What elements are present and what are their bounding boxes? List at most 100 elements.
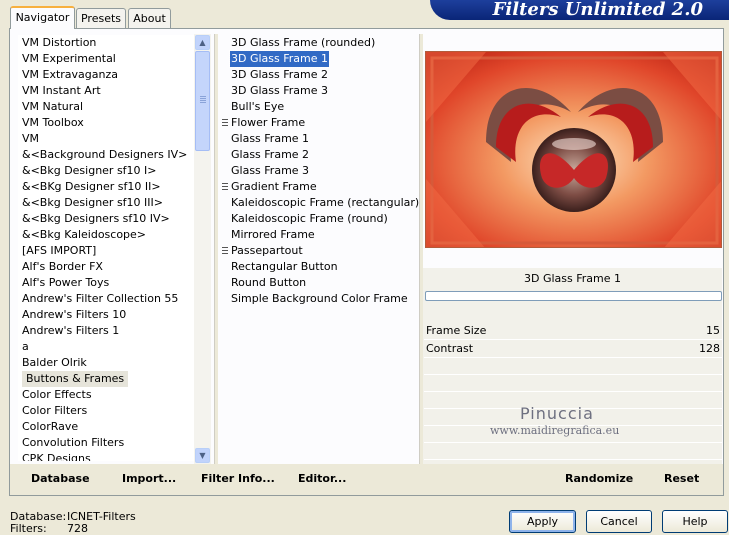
category-label: Color Effects [22,388,92,401]
filter-label: 3D Glass Frame (rounded) [231,36,376,49]
category-list[interactable]: VM Distortion VM Experimental VM Extravaga… [18,35,194,461]
category-item[interactable]: VM [18,131,194,147]
param-row-contrast[interactable]: Contrast 128 [424,340,722,358]
category-item[interactable]: VM Instant Art [18,83,194,99]
preview-image [425,51,722,248]
filter-item[interactable]: Simple Background Color Frame [222,291,418,307]
database-button[interactable]: Database [31,472,90,485]
filter-label: Mirrored Frame [231,228,315,241]
reset-button[interactable]: Reset [664,472,699,485]
param-row-frame-size[interactable]: Frame Size 15 [424,322,722,340]
filter-item[interactable]: 3D Glass Frame 2 [222,67,418,83]
category-item[interactable]: VM Toolbox [18,115,194,131]
category-item[interactable]: Buttons & Frames [18,371,194,387]
filter-item[interactable]: Glass Frame 1 [222,131,418,147]
category-item[interactable]: &<Background Designers IV> [18,147,194,163]
category-label: VM Distortion [22,36,97,49]
filter-label: Glass Frame 3 [231,164,310,177]
list-divider [214,34,218,464]
category-item[interactable]: VM Distortion [18,35,194,51]
filter-item[interactable]: 3D Glass Frame 3 [222,83,418,99]
tab-about[interactable]: About [128,8,171,28]
filter-item[interactable]: Mirrored Frame [222,227,418,243]
filter-item[interactable]: Round Button [222,275,418,291]
tab-presets[interactable]: Presets [76,8,126,28]
filter-label: Flower Frame [231,116,306,129]
category-item[interactable]: &<Bkg Kaleidoscope> [18,227,194,243]
filter-label: Simple Background Color Frame [231,292,408,305]
filters-count-value: 728 [67,522,88,535]
category-scrollbar[interactable]: ▲ ▼ [194,34,211,464]
watermark-url: www.maidiregrafica.eu [490,424,620,437]
tab-navigator[interactable]: Navigator [10,6,75,29]
filter-label: Bull's Eye [231,100,285,113]
cancel-button[interactable]: Cancel [586,510,652,533]
scroll-thumb[interactable] [195,51,210,151]
app-title-banner: Filters Unlimited 2.0 [430,0,729,20]
category-label: Alf's Power Toys [22,276,110,289]
category-label: ColorRave [22,420,79,433]
category-item[interactable]: Convolution Filters [18,435,194,451]
category-item[interactable]: Alf's Power Toys [18,275,194,291]
filter-item[interactable]: Glass Frame 3 [222,163,418,179]
param-value: 128 [699,342,720,355]
filter-item[interactable]: 3D Glass Frame 1 [222,50,418,68]
filter-item[interactable]: Bull's Eye [222,99,418,115]
filter-group-item[interactable]: Passepartout [222,243,418,259]
group-marker-icon [222,183,228,191]
preview-artwork [426,52,721,247]
import-button[interactable]: Import... [122,472,176,485]
category-item[interactable]: &<Bkg Designers sf10 IV> [18,211,194,227]
filter-list[interactable]: 3D Glass Frame (rounded) 3D Glass Frame 1… [222,35,419,461]
category-item[interactable]: Andrew's Filters 1 [18,323,194,339]
category-item[interactable]: Andrew's Filters 10 [18,307,194,323]
current-filter-name: 3D Glass Frame 1 [523,272,621,285]
filter-item[interactable]: Rectangular Button [222,259,418,275]
category-item[interactable]: &<Bkg Designer sf10 I> [18,163,194,179]
progress-bar [425,291,722,301]
apply-button[interactable]: Apply [509,510,576,533]
group-marker-icon [222,119,228,127]
category-item[interactable]: &<Bkg Designer sf10 III> [18,195,194,211]
category-item[interactable]: CPK Designs [18,451,194,461]
category-item[interactable]: VM Experimental [18,51,194,67]
filter-item[interactable]: Glass Frame 2 [222,147,418,163]
category-label: Convolution Filters [22,436,125,449]
category-item[interactable]: Alf's Border FX [18,259,194,275]
category-item[interactable]: VM Extravaganza [18,67,194,83]
filter-group-item[interactable]: Gradient Frame [222,179,418,195]
filter-label: Passepartout [231,244,303,257]
category-item[interactable]: &<BKg Designer sf10 II> [18,179,194,195]
category-item[interactable]: Color Filters [18,403,194,419]
category-label: &<Background Designers IV> [22,148,188,161]
scroll-down-arrow-icon[interactable]: ▼ [195,448,210,463]
empty-param-slot [424,358,722,375]
randomize-button[interactable]: Randomize [565,472,633,485]
filters-count-label: Filters: [10,522,47,535]
category-label: VM Toolbox [22,116,84,129]
category-item[interactable]: [AFS IMPORT] [18,243,194,259]
category-label: VM [22,132,40,145]
category-label: VM Extravaganza [22,68,119,81]
category-item[interactable]: Color Effects [18,387,194,403]
param-value: 15 [706,324,720,337]
help-button[interactable]: Help [662,510,728,533]
empty-param-slot [424,443,722,460]
category-item[interactable]: a [18,339,194,355]
category-item[interactable]: VM Natural [18,99,194,115]
filter-label: 3D Glass Frame 3 [231,84,329,97]
filter-item[interactable]: Kaleidoscopic Frame (rectangular) [222,195,419,211]
category-item[interactable]: Andrew's Filter Collection 55 [18,291,194,307]
filter-info-button[interactable]: Filter Info... [201,472,275,485]
category-label: CPK Designs [22,452,91,461]
category-item[interactable]: Balder Olrik [18,355,194,371]
filter-item[interactable]: Kaleidoscopic Frame (round) [222,211,418,227]
category-item[interactable]: ColorRave [18,419,194,435]
filter-item[interactable]: 3D Glass Frame (rounded) [222,35,418,51]
category-label: Andrew's Filters 1 [22,324,120,337]
filter-group-item[interactable]: Flower Frame [222,115,418,131]
editor-button[interactable]: Editor... [298,472,346,485]
filter-label: 3D Glass Frame 2 [231,68,329,81]
scroll-up-arrow-icon[interactable]: ▲ [195,35,210,50]
category-label: [AFS IMPORT] [22,244,97,257]
